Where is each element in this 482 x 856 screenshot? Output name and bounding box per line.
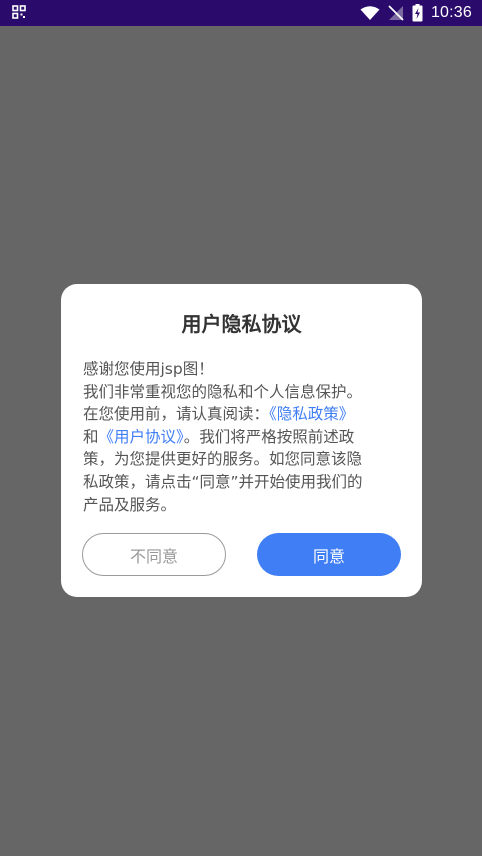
dialog-body: 感谢您使用jsp图！ 我们非常重视您的隐私和个人信息保护。 在您使用前，请认真阅… xyxy=(83,358,399,516)
agree-button[interactable]: 同意 xyxy=(257,533,401,576)
no-signal-icon xyxy=(388,5,404,21)
body-line: 和《用户协议》。我们将严格按照前述政 xyxy=(83,426,399,449)
disagree-button[interactable]: 不同意 xyxy=(82,533,226,576)
battery-charging-icon xyxy=(412,4,423,22)
wifi-icon xyxy=(360,5,380,21)
dialog-title: 用户隐私协议 xyxy=(181,312,302,336)
body-line: 在您使用前，请认真阅读：《隐私政策》 xyxy=(83,403,399,426)
body-line: 我们非常重视您的隐私和个人信息保护。 xyxy=(83,382,363,401)
privacy-policy-link[interactable]: 《隐私政策》 xyxy=(269,405,354,423)
body-text: 和 xyxy=(83,427,99,446)
body-line: 策，为您提供更好的服务。如您同意该隐 xyxy=(83,450,363,469)
status-icons: 10:36 xyxy=(360,0,472,26)
user-agreement-link[interactable]: 《用户协议》 xyxy=(99,428,184,446)
body-line: 感谢您使用jsp图！ xyxy=(83,360,214,378)
body-line: 私政策，请点击“同意”并开始使用我们的 xyxy=(83,472,363,491)
privacy-dialog: 用户隐私协议 感谢您使用jsp图！ 我们非常重视您的隐私和个人信息保护。 在您使… xyxy=(61,284,422,597)
body-line: 产品及服务。 xyxy=(83,495,177,514)
status-bar: 10:36 xyxy=(0,0,482,26)
body-text: 。我们将严格按照前述政 xyxy=(183,427,355,446)
status-time: 10:36 xyxy=(430,4,472,21)
qr-scan-icon xyxy=(12,5,26,19)
body-text: 在您使用前，请认真阅读： xyxy=(83,405,270,424)
